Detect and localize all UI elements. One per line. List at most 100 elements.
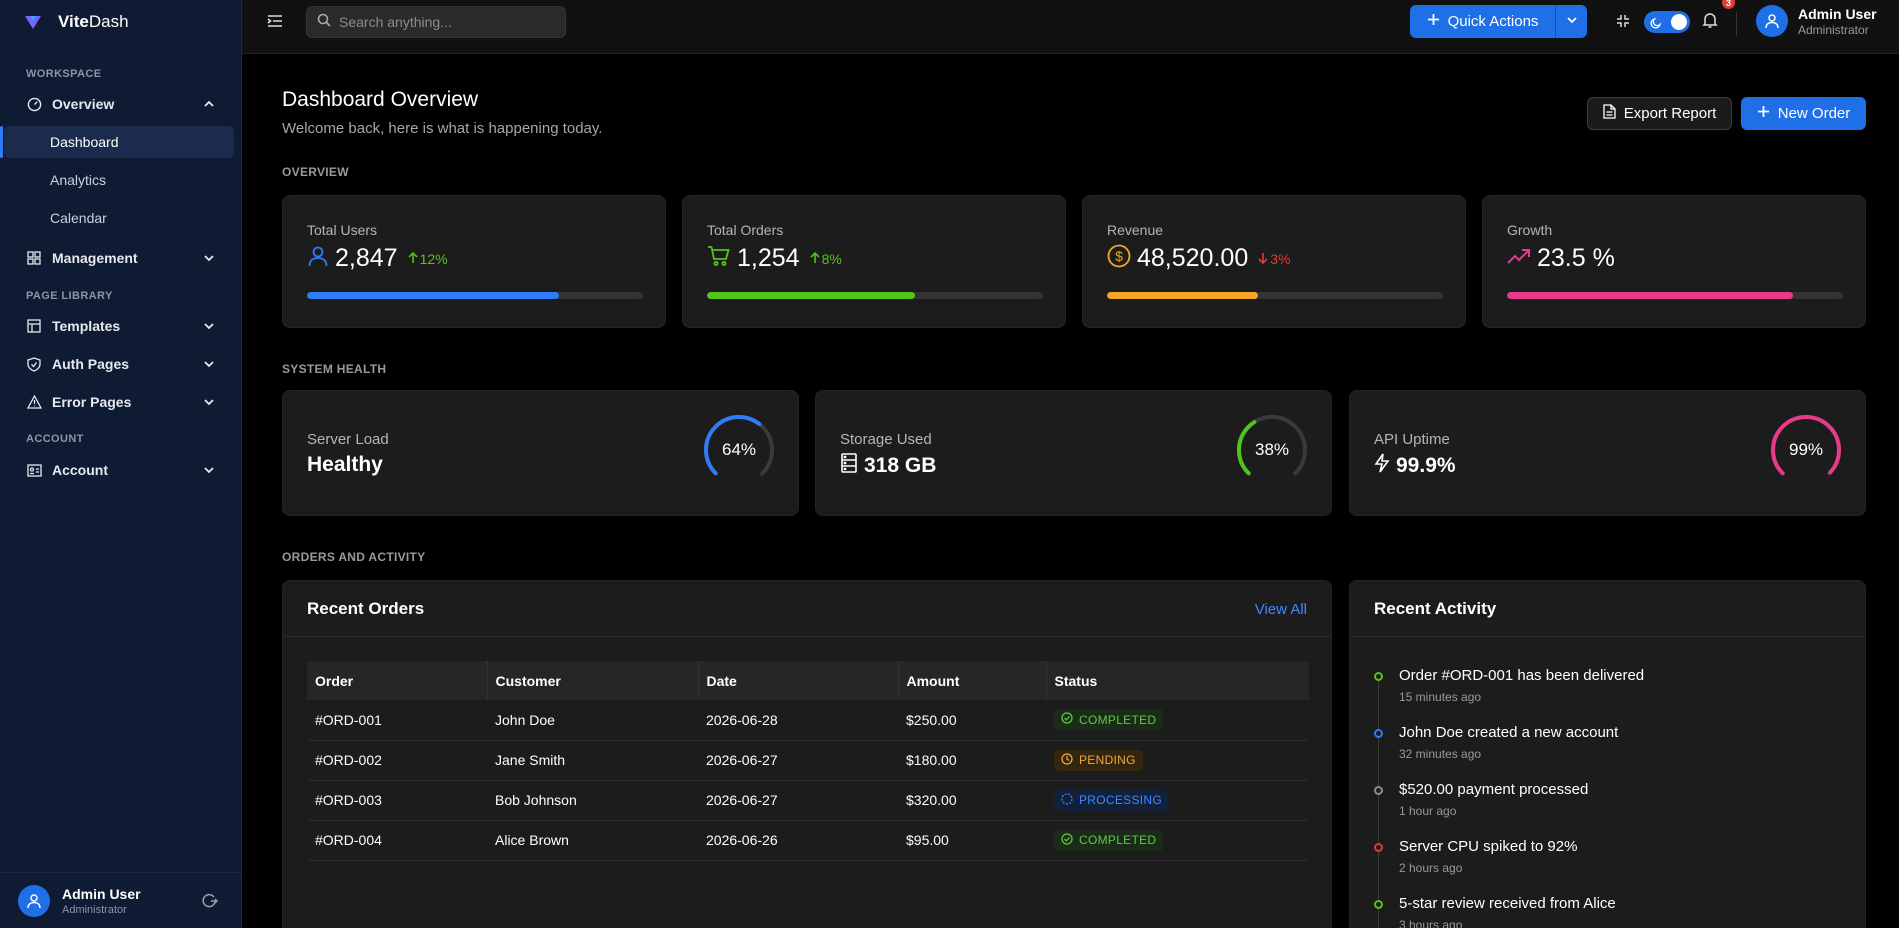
sidebar-item-error-pages[interactable]: Error Pages bbox=[0, 386, 242, 418]
table-row[interactable]: #ORD-001 John Doe 2026-06-28 $250.00 COM… bbox=[307, 700, 1309, 741]
stat-change: 3% bbox=[1258, 251, 1290, 267]
gauge-value: 99% bbox=[1789, 440, 1823, 459]
chevron-down-icon bbox=[202, 251, 216, 265]
timeline-dot bbox=[1374, 900, 1383, 909]
sidebar-item-auth-pages[interactable]: Auth Pages bbox=[0, 348, 242, 380]
column-header[interactable]: Amount bbox=[898, 661, 1047, 700]
loading-icon bbox=[1061, 792, 1073, 808]
health-value-row: 99.9% bbox=[1374, 453, 1456, 479]
cart-icon bbox=[707, 245, 731, 272]
gauge-value: 64% bbox=[722, 440, 756, 459]
order-amount: $250.00 bbox=[898, 700, 1046, 741]
progress-bar bbox=[707, 292, 1043, 299]
gauge: 64% bbox=[704, 415, 774, 485]
search-input[interactable] bbox=[339, 14, 559, 30]
page-subtitle: Welcome back, here is what is happening … bbox=[282, 120, 603, 137]
stat-card: Growth 23.5 % bbox=[1482, 195, 1866, 328]
section-label-page-library: PAGE LIBRARY bbox=[26, 290, 113, 302]
sidebar-item-analytics[interactable]: Analytics bbox=[0, 164, 242, 196]
activity-text: 5-star review received from Alice bbox=[1399, 895, 1616, 912]
progress-bar bbox=[1507, 292, 1843, 299]
view-all-link[interactable]: View All bbox=[1255, 601, 1307, 618]
progress-bar bbox=[1107, 292, 1443, 299]
customer-name: Jane Smith bbox=[487, 740, 698, 781]
table-row[interactable]: #ORD-004 Alice Brown 2026-06-26 $95.00 C… bbox=[307, 820, 1309, 861]
table-header-row: Order Customer Date Amount Status bbox=[307, 661, 1309, 700]
sidebar-item-label: Management bbox=[52, 250, 138, 266]
column-header[interactable]: Date bbox=[698, 661, 899, 700]
stat-change: 12% bbox=[407, 251, 448, 267]
status-badge: COMPLETED bbox=[1054, 829, 1164, 851]
column-header[interactable]: Status bbox=[1046, 661, 1309, 700]
stat-value-row: $ 48,520.00 3% bbox=[1107, 244, 1290, 273]
activity-time: 2 hours ago bbox=[1399, 861, 1463, 875]
section-label-system-health: SYSTEM HEALTH bbox=[282, 362, 387, 376]
stat-card: Revenue $ 48,520.00 3% bbox=[1082, 195, 1466, 328]
sidebar-item-dashboard[interactable]: Dashboard bbox=[0, 126, 234, 158]
quick-actions-dropdown[interactable] bbox=[1556, 5, 1587, 38]
stat-label: Total Users bbox=[307, 222, 378, 238]
shield-icon bbox=[26, 356, 42, 372]
chevron-down-icon bbox=[202, 395, 216, 409]
progress-fill bbox=[707, 292, 916, 299]
panel-header: Recent Activity bbox=[1350, 581, 1865, 637]
table-row[interactable]: #ORD-002 Jane Smith 2026-06-27 $180.00 P… bbox=[307, 740, 1309, 781]
activity-time: 1 hour ago bbox=[1399, 804, 1457, 818]
logout-icon[interactable] bbox=[202, 893, 219, 909]
sidebar-item-account[interactable]: Account bbox=[0, 454, 242, 486]
export-report-button[interactable]: Export Report bbox=[1587, 97, 1732, 130]
sidebar-item-management[interactable]: Management bbox=[0, 242, 242, 274]
new-order-button[interactable]: New Order bbox=[1741, 97, 1866, 130]
sidebar-item-label: Templates bbox=[52, 318, 121, 334]
fullscreen-icon[interactable] bbox=[1615, 13, 1631, 29]
table-row[interactable]: #ORD-003 Bob Johnson 2026-06-27 $320.00 … bbox=[307, 780, 1309, 821]
stat-value-row: 23.5 % bbox=[1507, 244, 1615, 273]
gauge-value: 38% bbox=[1255, 440, 1289, 459]
recent-activity-panel: Recent Activity Order #ORD-001 has been … bbox=[1349, 580, 1866, 928]
topbar-user-menu[interactable]: Admin User Administrator bbox=[1756, 5, 1877, 37]
check-circle-icon bbox=[1061, 832, 1073, 848]
order-status: COMPLETED bbox=[1046, 700, 1309, 741]
quick-actions-group: Quick Actions bbox=[1410, 5, 1587, 38]
timeline-dot bbox=[1374, 672, 1383, 681]
topbar-user-role: Administrator bbox=[1798, 22, 1869, 37]
column-header[interactable]: Order bbox=[307, 661, 488, 700]
bell-icon[interactable] bbox=[1702, 12, 1720, 30]
sidebar-user[interactable]: Admin User Administrator bbox=[0, 872, 242, 928]
page-title: Dashboard Overview bbox=[282, 88, 479, 111]
theme-toggle[interactable] bbox=[1644, 11, 1690, 33]
quick-actions-button[interactable]: Quick Actions bbox=[1410, 5, 1556, 38]
order-amount: $320.00 bbox=[898, 780, 1046, 821]
sidebar-item-overview[interactable]: Overview bbox=[0, 88, 242, 120]
order-amount: $180.00 bbox=[898, 740, 1046, 781]
sidebar-item-calendar[interactable]: Calendar bbox=[0, 202, 242, 234]
chevron-down-icon bbox=[1566, 13, 1578, 31]
health-value: Healthy bbox=[307, 453, 383, 476]
sidebar-item-templates[interactable]: Templates bbox=[0, 310, 242, 342]
quick-actions-label: Quick Actions bbox=[1447, 13, 1539, 30]
search-box[interactable] bbox=[306, 6, 566, 38]
order-date: 2026-06-27 bbox=[698, 740, 898, 781]
status-badge: COMPLETED bbox=[1054, 709, 1164, 731]
customer-name: Alice Brown bbox=[487, 820, 698, 861]
stat-value: 2,847 bbox=[335, 244, 398, 272]
section-label-account: ACCOUNT bbox=[26, 433, 84, 445]
column-header[interactable]: Customer bbox=[487, 661, 699, 700]
order-date: 2026-06-27 bbox=[698, 780, 898, 821]
vite-logo-icon bbox=[24, 13, 42, 31]
topbar: Quick Actions 3 Admin User Administrator bbox=[242, 0, 1899, 54]
sidebar-user-name: Admin User bbox=[62, 885, 141, 902]
menu-toggle-icon[interactable] bbox=[266, 12, 286, 32]
brand[interactable]: ViteDash bbox=[0, 0, 241, 44]
arrow-up-icon bbox=[407, 251, 418, 267]
brand-name: ViteDash bbox=[58, 12, 129, 31]
plus-icon bbox=[1757, 105, 1770, 122]
section-label-workspace: WORKSPACE bbox=[26, 68, 102, 80]
section-label-overview: OVERVIEW bbox=[282, 165, 349, 179]
health-card: Storage Used 318 GB 38% bbox=[815, 390, 1332, 516]
timeline-dot bbox=[1374, 729, 1383, 738]
sidebar-item-label: Account bbox=[52, 462, 108, 478]
stat-value: 48,520.00 bbox=[1137, 244, 1249, 272]
chevron-down-icon bbox=[202, 319, 216, 333]
timeline-dot bbox=[1374, 786, 1383, 795]
